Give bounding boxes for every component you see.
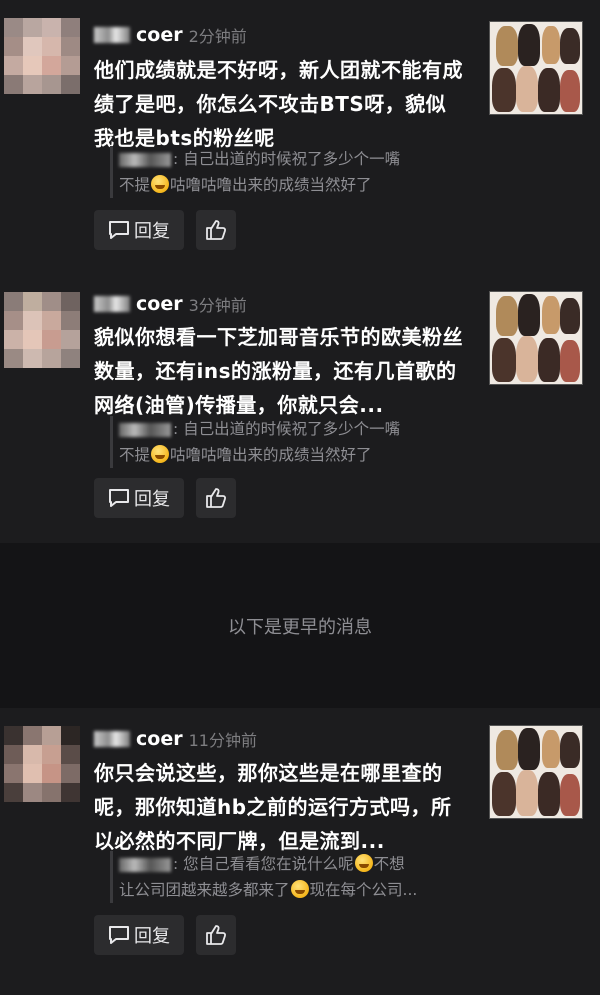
username[interactable]: coer (136, 24, 183, 46)
attached-image-thumbnail[interactable] (489, 291, 583, 385)
quote-text: 不想 (373, 855, 405, 873)
avatar[interactable] (4, 292, 80, 368)
like-button[interactable] (196, 478, 236, 518)
quoted-comment: : 您自己看看您在说什么呢 不想 让公司团越来越多都来了 现在每个公司... (110, 851, 479, 903)
redacted-name (119, 152, 171, 167)
username-redacted (94, 731, 130, 747)
reply-button[interactable]: 回复 (94, 915, 184, 955)
username-redacted (94, 27, 130, 43)
timestamp: 11分钟前 (188, 731, 257, 750)
reply-label: 回复 (134, 926, 170, 947)
redacted-name (119, 857, 171, 872)
redacted-name (119, 422, 171, 437)
comment-card-3: coer 11分钟前 你只会说这些，那你这些是在哪里查的呢，那你知道hb之前的运… (0, 708, 600, 995)
attached-image-thumbnail[interactable] (489, 21, 583, 115)
laugh-emoji-icon (151, 175, 170, 193)
quote-line-1: : 自己出道的时候祝了多少个一嘴 (173, 150, 401, 168)
laugh-emoji-icon (354, 854, 373, 872)
comment-icon (109, 221, 129, 239)
username[interactable]: coer (136, 728, 183, 750)
comment-header: coer 3分钟前 (94, 291, 247, 317)
like-button[interactable] (196, 210, 236, 250)
avatar[interactable] (4, 18, 80, 94)
comment-icon (109, 926, 129, 944)
timestamp: 2分钟前 (188, 27, 247, 46)
older-messages-label: 以下是更早的消息 (228, 617, 372, 638)
comment-text[interactable]: 他们成绩就是不好呀，新人团就不能有成绩了是吧，你怎么不攻击BTS呀，貌似我也是b… (94, 53, 464, 155)
timestamp: 3分钟前 (188, 296, 247, 315)
laugh-emoji-icon (151, 445, 170, 463)
avatar[interactable] (4, 726, 80, 802)
comment-icon (109, 489, 129, 507)
quoted-comment: : 自己出道的时候祝了多少个一嘴 不提 咕噜咕噜出来的成绩当然好了 (110, 416, 479, 468)
quote-text: 咕噜咕噜出来的成绩当然好了 (170, 446, 372, 464)
comment-header: coer 2分钟前 (94, 22, 247, 48)
quote-text: 现在每个公司... (309, 881, 418, 899)
username[interactable]: coer (136, 293, 183, 315)
thumbs-up-icon (206, 488, 227, 508)
reply-button[interactable]: 回复 (94, 210, 184, 250)
quote-line-1: : 您自己看看您在说什么呢 (173, 855, 354, 873)
comment-text[interactable]: 你只会说这些，那你这些是在哪里查的呢，那你知道hb之前的运行方式吗，所以必然的不… (94, 756, 464, 858)
thumbs-up-icon (206, 220, 227, 240)
attached-image-thumbnail[interactable] (489, 725, 583, 819)
username-redacted (94, 296, 130, 312)
comment-card-1: coer 2分钟前 他们成绩就是不好呀，新人团就不能有成绩了是吧，你怎么不攻击B… (0, 0, 600, 270)
quote-text: 不提 (119, 446, 151, 464)
comment-text[interactable]: 貌似你想看一下芝加哥音乐节的欧美粉丝数量，还有ins的涨粉量，还有几首歌的网络(… (94, 320, 464, 422)
reply-label: 回复 (134, 221, 170, 242)
quote-text: 不提 (119, 176, 151, 194)
thumbs-up-icon (206, 925, 227, 945)
quote-line-1: : 自己出道的时候祝了多少个一嘴 (173, 420, 401, 438)
quote-text: 让公司团越来越多都来了 (119, 881, 290, 899)
quoted-comment: : 自己出道的时候祝了多少个一嘴 不提 咕噜咕噜出来的成绩当然好了 (110, 146, 479, 198)
quote-text: 咕噜咕噜出来的成绩当然好了 (170, 176, 372, 194)
comment-card-2: coer 3分钟前 貌似你想看一下芝加哥音乐节的欧美粉丝数量，还有ins的涨粉量… (0, 270, 600, 543)
like-button[interactable] (196, 915, 236, 955)
laugh-emoji-icon (290, 880, 309, 898)
reply-label: 回复 (134, 489, 170, 510)
reply-button[interactable]: 回复 (94, 478, 184, 518)
comment-header: coer 11分钟前 (94, 726, 257, 752)
